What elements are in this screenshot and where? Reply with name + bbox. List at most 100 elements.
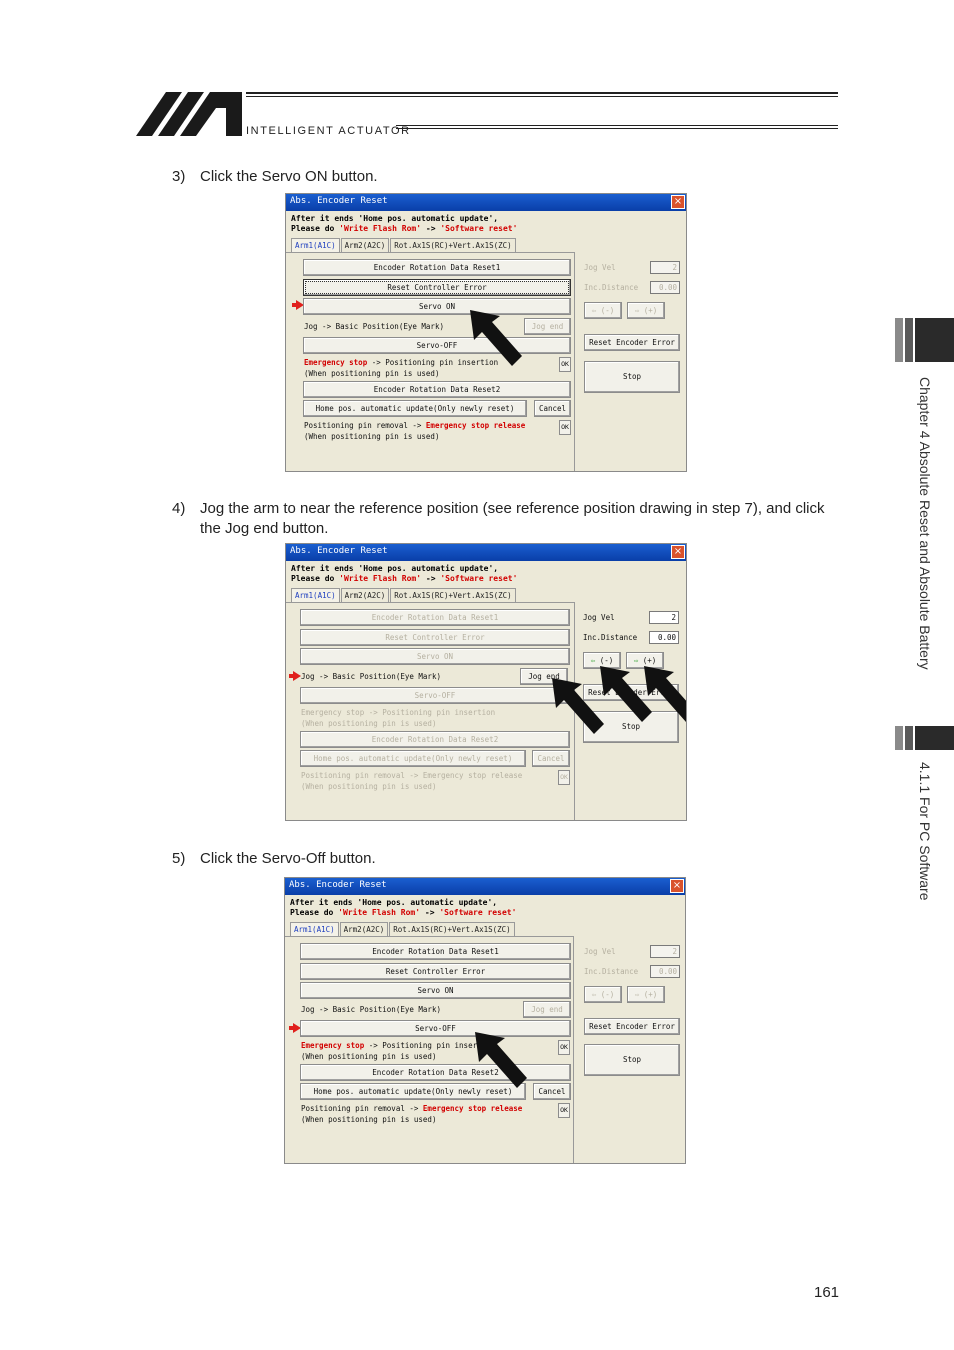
home-pos-update-button[interactable]: Home pos. automatic update(Only newly re… [303,400,527,417]
step-text: Click the Servo-Off button. [200,850,376,867]
jog-vel-label: Jog Vel [584,947,616,956]
encoder-rotation-reset1-button[interactable]: Encoder Rotation Data Reset1 [300,609,570,626]
pin-used-note-1: (When positioning pin is used) [304,369,440,378]
inc-distance-label: Inc.Distance [584,283,639,292]
jog-basic-position-label: Jog -> Basic Position(Eye Mark) [304,322,444,331]
brand-text: INTELLIGENT ACTUATOR [246,125,411,137]
servo-on-button[interactable]: Servo ON [300,648,570,665]
jog-plus-button[interactable]: ⇨ (+) [627,302,665,319]
message-line-1: After it ends 'Home pos. automatic updat… [290,898,498,907]
tab-rot-vert[interactable]: Rot.Ax1S(RC)+Vert.Ax1S(ZC) [389,922,515,936]
jog-vel-field[interactable]: 2 [649,611,679,624]
pin-used-note-1: (When positioning pin is used) [301,719,437,728]
left-arrow-icon: ⇦ [591,990,601,999]
cancel-button[interactable]: Cancel [534,400,571,417]
close-button[interactable]: × [671,545,685,559]
axis-tabs: Arm1(A1C) Arm2(A2C) Rot.Ax1S(RC)+Vert.Ax… [291,588,517,602]
header-rule-bottom [396,125,838,126]
jog-basic-position-label: Jog -> Basic Position(Eye Mark) [301,672,441,681]
ok-button-1[interactable]: OK [559,357,571,372]
ok-button-1[interactable]: OK [558,1040,570,1055]
abs-encoder-reset-dialog-2: Abs. Encoder Reset × After it ends 'Home… [285,543,687,821]
ok-button-2[interactable]: OK [559,420,571,435]
encoder-rotation-reset1-button[interactable]: Encoder Rotation Data Reset1 [300,943,571,960]
tab-arm2[interactable]: Arm2(A2C) [340,238,390,252]
step-number: 5) [172,850,186,867]
page-number: 161 [814,1284,840,1301]
reset-encoder-error-button[interactable]: Reset Encoder Error [584,334,680,351]
jog-vel-field[interactable]: 2 [650,261,680,274]
reset-encoder-error-button[interactable]: Reset Encoder Error [584,1018,680,1035]
current-step-arrow-icon [289,671,301,681]
dialog-title: Abs. Encoder Reset [289,880,387,890]
dialog-title: Abs. Encoder Reset [290,546,388,556]
jog-minus-button[interactable]: ⇦ (-) [584,302,622,319]
tab-rot-vert[interactable]: Rot.Ax1S(RC)+Vert.Ax1S(ZC) [390,588,516,602]
step-number: 3) [172,168,186,185]
servo-on-button[interactable]: Servo ON [300,982,571,999]
section-side-tab [895,726,954,750]
header-rule-bottom2 [396,128,838,129]
pin-removal-label: Positioning pin removal -> Emergency sto… [301,771,523,780]
jog-basic-position-label: Jog -> Basic Position(Eye Mark) [301,1005,441,1014]
pin-used-note-2: (When positioning pin is used) [304,432,440,441]
step-text: Click the Servo ON button. [200,168,378,185]
company-logo [136,92,242,136]
abs-encoder-reset-dialog-1: Abs. Encoder Reset × After it ends 'Home… [285,193,687,472]
inc-distance-field[interactable]: 0.00 [650,281,680,294]
home-pos-update-button[interactable]: Home pos. automatic update(Only newly re… [300,750,526,767]
stop-button[interactable]: Stop [584,1044,680,1076]
axis-tabs: Arm1(A1C) Arm2(A2C) Rot.Ax1S(RC)+Vert.Ax… [291,238,517,252]
dialog-title: Abs. Encoder Reset [290,196,388,206]
tab-arm2[interactable]: Arm2(A2C) [340,588,390,602]
step-text: Jog the arm to near the reference positi… [200,500,825,537]
ok-button-2[interactable]: OK [558,770,570,785]
pointer-arrow-icon [470,310,522,366]
tab-arm1[interactable]: Arm1(A1C) [291,588,340,602]
axis-tabs: Arm1(A1C) Arm2(A2C) Rot.Ax1S(RC)+Vert.Ax… [290,922,516,936]
message-line-2: Please do 'Write Flash Rom' -> 'Software… [291,224,518,233]
reset-controller-error-button[interactable]: Reset Controller Error [300,629,570,646]
jog-minus-button[interactable]: ⇦ (-) [584,986,622,1003]
message-line-2: Please do 'Write Flash Rom' -> 'Software… [290,908,517,917]
emergency-stop-label: Emergency stop -> Positioning pin insert… [301,1041,496,1050]
inc-distance-label: Inc.Distance [583,633,638,642]
reset-controller-error-button[interactable]: Reset Controller Error [300,963,571,980]
right-arrow-icon: ⇨ [634,990,644,999]
left-arrow-icon: ⇦ [591,306,601,315]
chapter-side-tab [895,318,954,362]
chapter-title: Chapter 4 Absolute Reset and Absolute Ba… [917,377,933,670]
close-button[interactable]: × [671,195,685,209]
jog-end-button[interactable]: Jog end [523,1001,571,1018]
encoder-rotation-reset2-button[interactable]: Encoder Rotation Data Reset2 [300,731,570,748]
section-title: 4.1.1 For PC Software [917,762,933,901]
tab-rot-vert[interactable]: Rot.Ax1S(RC)+Vert.Ax1S(ZC) [390,238,516,252]
message-line-1: After it ends 'Home pos. automatic updat… [291,214,499,223]
stop-button[interactable]: Stop [584,361,680,393]
message-line-2: Please do 'Write Flash Rom' -> 'Software… [291,574,518,583]
tab-arm1[interactable]: Arm1(A1C) [291,238,340,252]
header-rule-mid [246,96,838,97]
dialog-title-bar: Abs. Encoder Reset × [286,544,686,561]
abs-encoder-reset-dialog-3: Abs. Encoder Reset × After it ends 'Home… [284,877,686,1164]
pointer-arrow-icon [475,1032,527,1088]
inc-distance-label: Inc.Distance [584,967,639,976]
jog-vel-field[interactable]: 2 [650,945,680,958]
pin-used-note-2: (When positioning pin is used) [301,782,437,791]
tab-arm1[interactable]: Arm1(A1C) [290,922,339,936]
inc-distance-field[interactable]: 0.00 [649,631,679,644]
encoder-rotation-reset1-button[interactable]: Encoder Rotation Data Reset1 [303,259,571,276]
right-arrow-icon: ⇨ [634,306,644,315]
inc-distance-field[interactable]: 0.00 [650,965,680,978]
pin-used-note-2: (When positioning pin is used) [301,1115,437,1124]
close-button[interactable]: × [670,879,684,893]
dialog-title-bar: Abs. Encoder Reset × [286,194,686,211]
tab-arm2[interactable]: Arm2(A2C) [339,922,389,936]
reset-controller-error-button[interactable]: Reset Controller Error [303,279,571,296]
servo-off-button[interactable]: Servo-OFF [300,687,570,704]
jog-vel-label: Jog Vel [584,263,616,272]
step-number: 4) [172,500,186,517]
jog-plus-button[interactable]: ⇨ (+) [627,986,665,1003]
ok-button-2[interactable]: OK [558,1103,570,1118]
header-rule-top [246,92,838,94]
